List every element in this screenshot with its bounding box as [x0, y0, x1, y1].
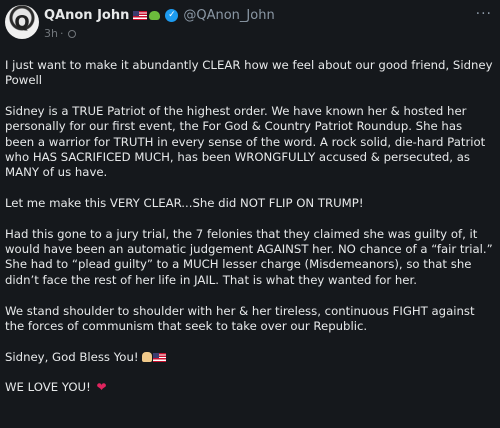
user-handle[interactable]: @QAnon_John — [183, 8, 274, 23]
display-name[interactable]: QAnon John — [44, 8, 129, 23]
post-paragraph-signoff: Sidney, God Bless You! — [5, 350, 493, 365]
post-header: Q QAnon John ✓ @QAnon_John 3h · ··· — [0, 0, 500, 50]
name-row: QAnon John ✓ @QAnon_John — [44, 8, 275, 23]
meta-separator: · — [59, 27, 64, 40]
pray-icon — [141, 352, 152, 363]
post-paragraph: Let me make this VERY CLEAR...She did NO… — [5, 196, 364, 211]
frog-icon — [149, 11, 161, 20]
post-paragraph: Had this gone to a jury trial, the 7 fel… — [5, 226, 493, 287]
verified-check-icon: ✓ — [165, 9, 179, 22]
closing-text: WE LOVE YOU! — [5, 380, 91, 395]
post-time[interactable]: 3h — [44, 27, 58, 40]
post-paragraph-closing: WE LOVE YOU! ❤ — [5, 380, 493, 395]
post-paragraph: I just want to make it abundantly CLEAR … — [5, 58, 493, 88]
us-flag-icon — [152, 352, 166, 362]
avatar-letter: Q — [14, 11, 30, 33]
post-paragraph: Sidney is a TRUE Patriot of the highest … — [5, 104, 486, 180]
avatar[interactable]: Q — [5, 5, 39, 39]
post-paragraph: We stand shoulder to shoulder with her &… — [5, 303, 475, 333]
post-meta: 3h · — [44, 27, 77, 40]
globe-icon — [68, 29, 77, 38]
post-body: I just want to make it abundantly CLEAR … — [5, 58, 493, 411]
post-card: Q QAnon John ✓ @QAnon_John 3h · ··· I ju… — [0, 0, 500, 428]
us-flag-icon — [133, 11, 148, 20]
more-options-button[interactable]: ··· — [476, 6, 492, 22]
signoff-text: Sidney, God Bless You! — [5, 349, 139, 364]
heart-icon: ❤ — [96, 380, 107, 395]
